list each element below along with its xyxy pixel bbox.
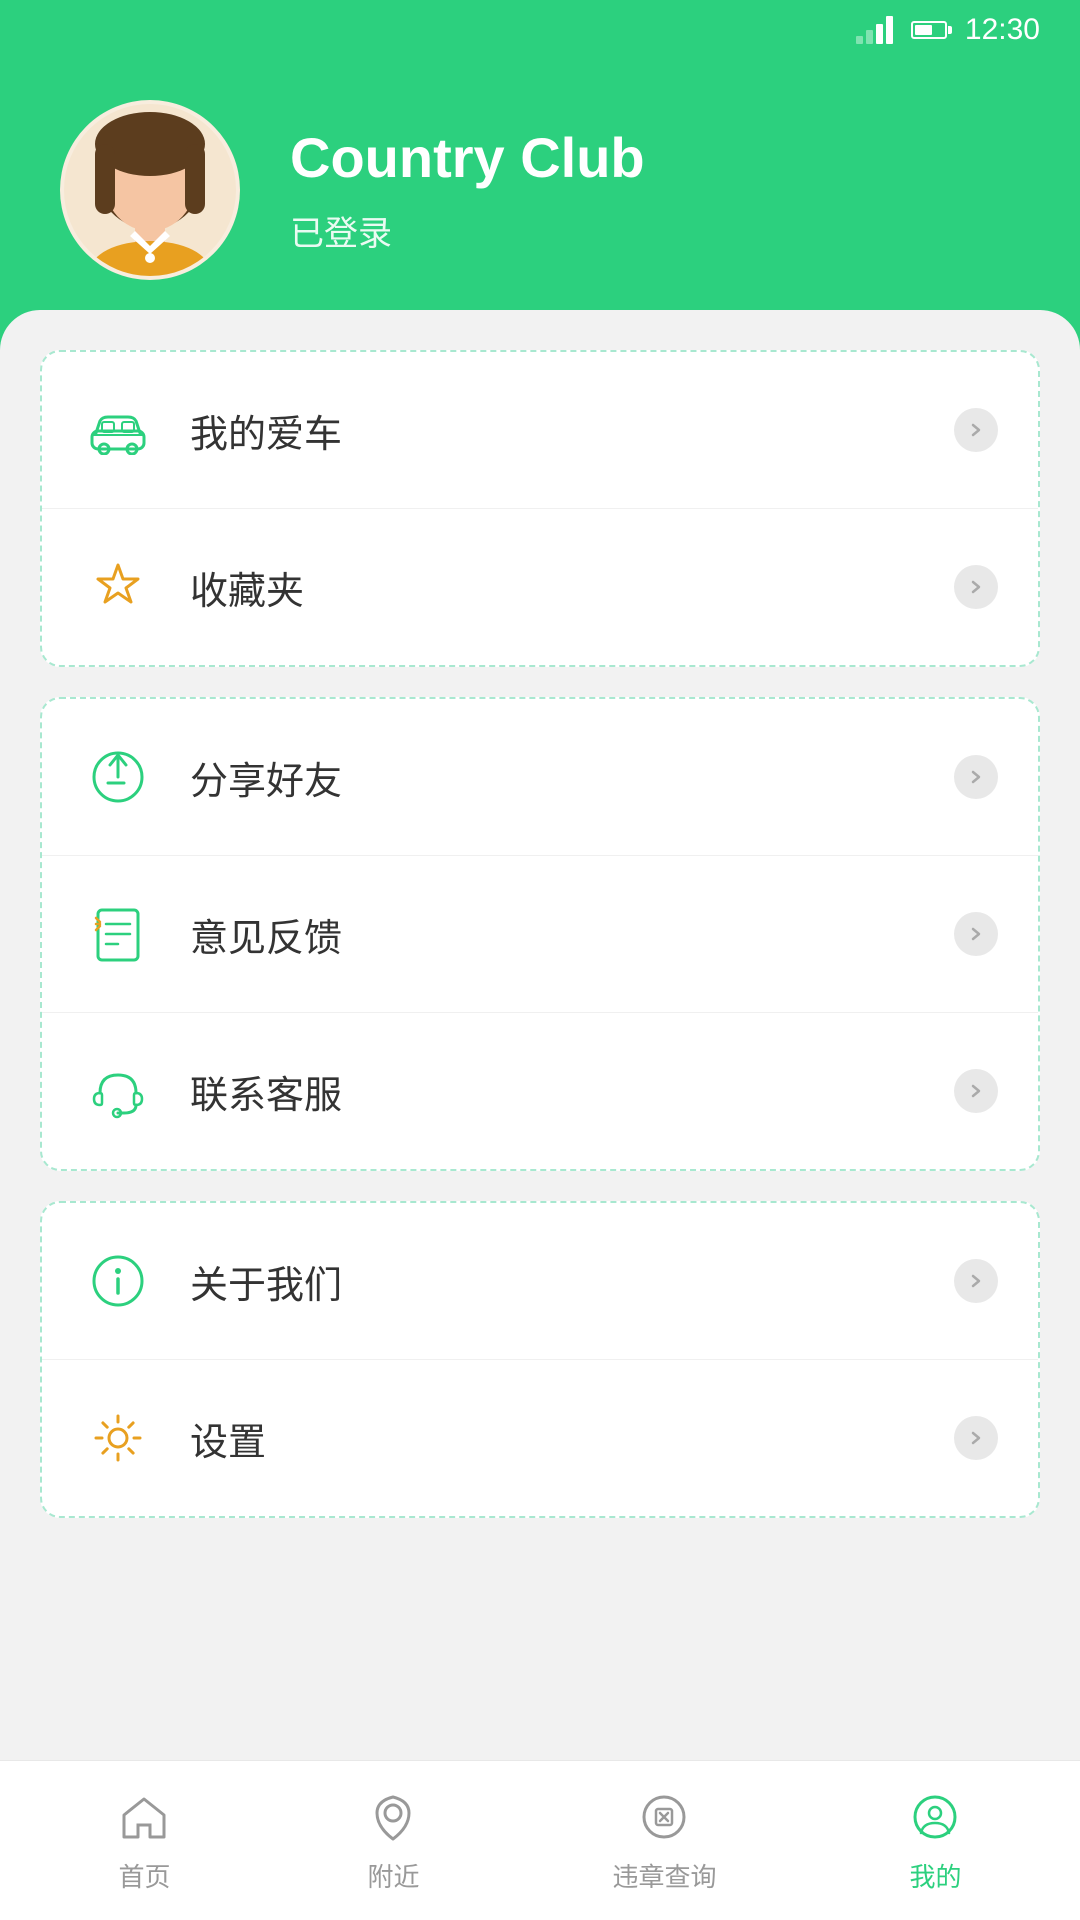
chevron-icon-my-car xyxy=(954,408,998,452)
info-icon xyxy=(82,1245,154,1317)
star-icon xyxy=(82,551,154,623)
chevron-icon-share xyxy=(954,755,998,799)
menu-label-share: 分享好友 xyxy=(190,750,918,805)
menu-item-my-car[interactable]: 我的爱车 xyxy=(42,352,1038,509)
nav-item-mine[interactable]: 我的 xyxy=(875,1777,995,1904)
car-icon xyxy=(82,394,154,466)
avatar xyxy=(60,100,240,280)
chevron-icon-feedback xyxy=(954,912,998,956)
chevron-icon-settings xyxy=(954,1416,998,1460)
main-content: 我的爱车 收藏夹 xyxy=(0,310,1080,1760)
menu-label-feedback: 意见反馈 xyxy=(190,907,918,962)
battery-icon xyxy=(911,21,947,39)
menu-item-support[interactable]: 联系客服 xyxy=(42,1013,1038,1169)
bottom-nav: 首页 附近 违章查询 我的 xyxy=(0,1760,1080,1920)
menu-group-3: 关于我们 设置 xyxy=(40,1201,1040,1518)
user-status: 已登录 xyxy=(290,206,645,255)
menu-label-my-car: 我的爱车 xyxy=(190,403,918,458)
nav-label-violation: 违章查询 xyxy=(612,1857,716,1894)
nav-item-home[interactable]: 首页 xyxy=(84,1777,204,1904)
gear-icon xyxy=(82,1402,154,1474)
signal-icon xyxy=(856,16,893,44)
nav-label-nearby: 附近 xyxy=(367,1857,419,1894)
nav-item-nearby[interactable]: 附近 xyxy=(333,1777,453,1904)
user-name: Country Club xyxy=(290,125,645,190)
time-display: 12:30 xyxy=(965,13,1040,47)
menu-item-share[interactable]: 分享好友 xyxy=(42,699,1038,856)
menu-item-settings[interactable]: 设置 xyxy=(42,1360,1038,1516)
feedback-icon xyxy=(82,898,154,970)
menu-item-favorites[interactable]: 收藏夹 xyxy=(42,509,1038,665)
profile-nav-icon xyxy=(905,1787,965,1847)
menu-label-favorites: 收藏夹 xyxy=(190,560,918,615)
menu-label-settings: 设置 xyxy=(190,1411,918,1466)
chevron-icon-favorites xyxy=(954,565,998,609)
nav-label-home: 首页 xyxy=(118,1857,170,1894)
share-icon xyxy=(82,741,154,813)
menu-group-1: 我的爱车 收藏夹 xyxy=(40,350,1040,667)
menu-item-about[interactable]: 关于我们 xyxy=(42,1203,1038,1360)
headset-icon xyxy=(82,1055,154,1127)
status-bar: 12:30 xyxy=(0,0,1080,60)
status-bar-right: 12:30 xyxy=(856,13,1040,47)
menu-label-support: 联系客服 xyxy=(190,1064,918,1119)
chevron-icon-support xyxy=(954,1069,998,1113)
chevron-icon-about xyxy=(954,1259,998,1303)
violation-nav-icon xyxy=(634,1787,694,1847)
nav-item-violation[interactable]: 违章查询 xyxy=(582,1777,746,1904)
nav-label-mine: 我的 xyxy=(909,1857,961,1894)
home-nav-icon xyxy=(114,1787,174,1847)
location-nav-icon xyxy=(363,1787,423,1847)
user-info: Country Club 已登录 xyxy=(290,125,645,255)
menu-item-feedback[interactable]: 意见反馈 xyxy=(42,856,1038,1013)
menu-label-about: 关于我们 xyxy=(190,1254,918,1309)
menu-group-2: 分享好友 意见反馈 xyxy=(40,697,1040,1171)
